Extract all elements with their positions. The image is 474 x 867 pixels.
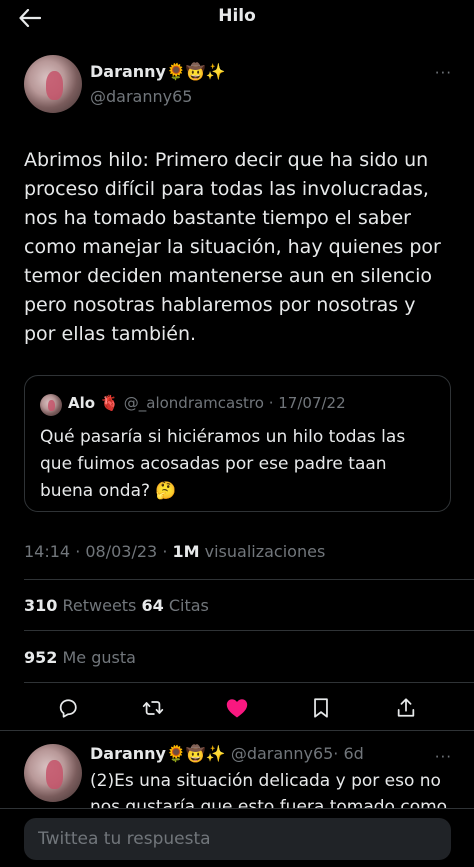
likes-stats[interactable]: 952 Me gusta	[24, 648, 136, 667]
reply-author-name[interactable]: Daranny🌻🤠✨	[90, 744, 226, 763]
like-button[interactable]	[221, 692, 253, 724]
retweets-label[interactable]: Retweets	[57, 596, 141, 615]
reply-author-handle[interactable]: @daranny65	[231, 744, 333, 763]
author-name[interactable]: Daranny🌻🤠✨	[90, 62, 226, 81]
quoted-tweet-card[interactable]: Alo 🫀 @_alondramcastro · 17/07/22 Qué pa…	[24, 375, 451, 512]
quote-text: Qué pasaría si hiciéramos un hilo todas …	[40, 427, 406, 501]
reply-header: Daranny🌻🤠✨ @daranny65· 6d	[90, 744, 364, 763]
reply-input[interactable]	[38, 829, 451, 849]
divider	[24, 630, 474, 631]
share-icon	[397, 698, 415, 717]
quote-date: · 17/07/22	[268, 394, 346, 412]
top-bar: Hilo	[0, 0, 474, 36]
views-label: visualizaciones	[199, 542, 326, 561]
reply-time: · 6d	[333, 744, 364, 763]
quote-header: Alo 🫀 @_alondramcastro · 17/07/22	[68, 394, 346, 412]
bookmark-icon	[314, 698, 328, 718]
retweet-quote-stats: 310 Retweets 64 Citas	[24, 596, 209, 615]
views-count: 1M	[172, 542, 200, 561]
tweet-timestamp: 14:14 · 08/03/23 ·	[24, 542, 173, 561]
divider	[24, 682, 474, 683]
bookmark-button[interactable]	[305, 692, 337, 724]
tweet-meta: 14:14 · 08/03/23 · 1M visualizaciones	[24, 542, 325, 561]
reply-composer[interactable]	[24, 818, 451, 860]
retweets-count[interactable]: 310	[24, 596, 57, 615]
likes-count[interactable]: 952	[24, 648, 57, 667]
retweet-icon	[142, 701, 164, 715]
page-title: Hilo	[218, 6, 256, 26]
action-bar	[0, 692, 474, 724]
reply-icon	[59, 699, 77, 718]
divider	[0, 730, 474, 731]
author-handle[interactable]: @daranny65	[90, 87, 192, 106]
tweet-text: Abrimos hilo: Primero decir que ha sido …	[24, 149, 441, 345]
avatar[interactable]	[24, 55, 82, 113]
more-options-button[interactable]: ···	[435, 64, 452, 82]
heart-icon	[226, 699, 248, 718]
reply-more-options-button[interactable]: ···	[435, 748, 452, 766]
reply-button[interactable]	[52, 692, 84, 724]
divider	[24, 579, 474, 580]
quotes-label[interactable]: Citas	[164, 596, 209, 615]
reply-avatar[interactable]	[24, 744, 82, 802]
likes-label[interactable]: Me gusta	[57, 648, 135, 667]
retweet-button[interactable]	[137, 692, 169, 724]
quote-author-handle: @_alondramcastro	[123, 394, 264, 412]
quotes-count[interactable]: 64	[141, 596, 163, 615]
share-button[interactable]	[390, 692, 422, 724]
quote-avatar	[40, 394, 62, 416]
quote-author-name: Alo 🫀	[68, 394, 119, 412]
